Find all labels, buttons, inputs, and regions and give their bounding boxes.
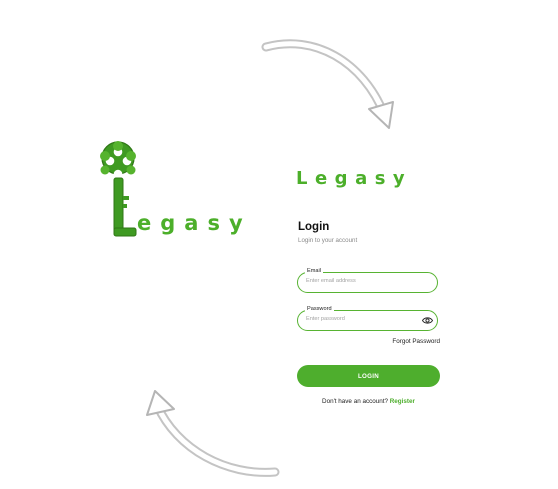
login-button[interactable]: LOGIN (297, 365, 440, 387)
page-subtitle: Login to your account (298, 237, 358, 244)
splash-logo-text: egasy (137, 211, 252, 235)
register-link[interactable]: Register (390, 398, 415, 405)
email-input[interactable] (306, 278, 418, 284)
brand-logo: Legasy (296, 168, 413, 189)
eye-icon[interactable] (422, 316, 433, 325)
password-label: Password (305, 306, 334, 312)
email-label: Email (305, 268, 323, 274)
password-input[interactable] (306, 316, 418, 322)
curved-arrow-icon (146, 390, 280, 477)
email-field[interactable]: Email (297, 268, 438, 293)
key-logo-icon (100, 141, 137, 237)
register-prompt: Don't have an account? (322, 398, 388, 405)
password-field[interactable]: Password (297, 306, 438, 331)
page-title: Login (298, 221, 330, 233)
register-line: Don't have an account? Register (297, 398, 440, 405)
curved-arrow-icon (261, 39, 394, 129)
forgot-password-link[interactable]: Forgot Password (378, 338, 440, 345)
